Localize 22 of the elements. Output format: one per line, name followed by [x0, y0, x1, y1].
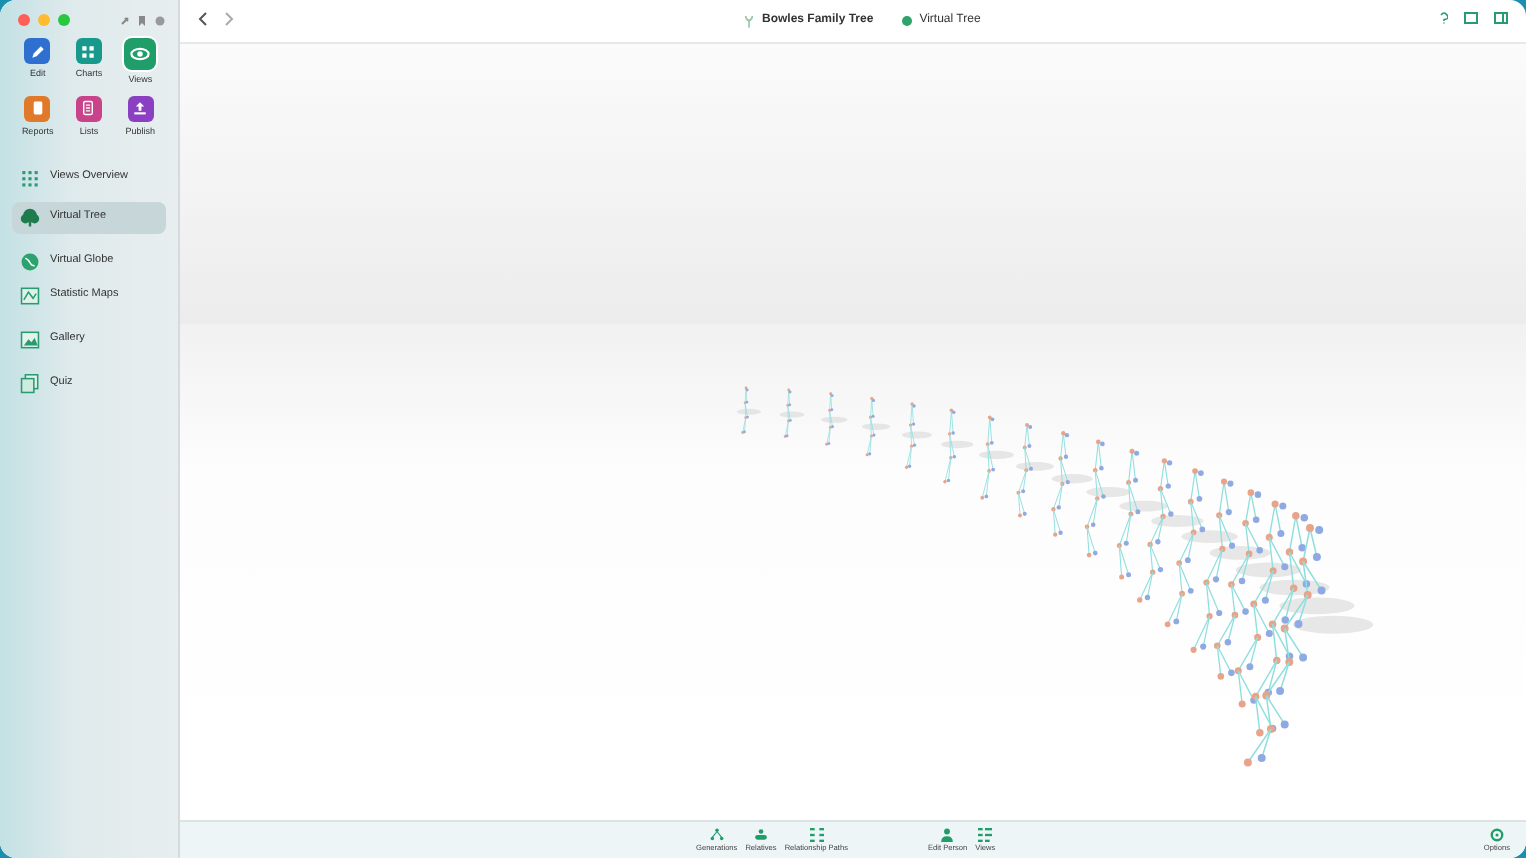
window-icon — [1464, 12, 1478, 25]
sidebar-icon — [1494, 12, 1508, 25]
bookmark-icon — [138, 15, 146, 25]
help-icon — [1440, 12, 1448, 25]
help-button[interactable] — [1440, 12, 1448, 30]
sprout-icon — [744, 14, 754, 28]
hierarchy-icon — [709, 828, 724, 843]
map-icon — [20, 285, 40, 305]
people-icon — [754, 828, 768, 843]
forward-button[interactable] — [224, 11, 234, 31]
sidebar-toggle-button[interactable] — [1494, 12, 1508, 30]
zoom-button[interactable] — [58, 14, 70, 26]
list-icon — [978, 828, 993, 843]
grid-icon — [20, 167, 40, 187]
window-button[interactable] — [1464, 12, 1478, 30]
path-grid-icon — [809, 828, 824, 843]
cards-icon — [20, 373, 40, 393]
close-button[interactable] — [18, 14, 30, 26]
person-icon — [940, 828, 955, 843]
back-button[interactable] — [198, 11, 208, 31]
pin-icon — [120, 15, 130, 25]
picture-icon — [20, 329, 40, 349]
